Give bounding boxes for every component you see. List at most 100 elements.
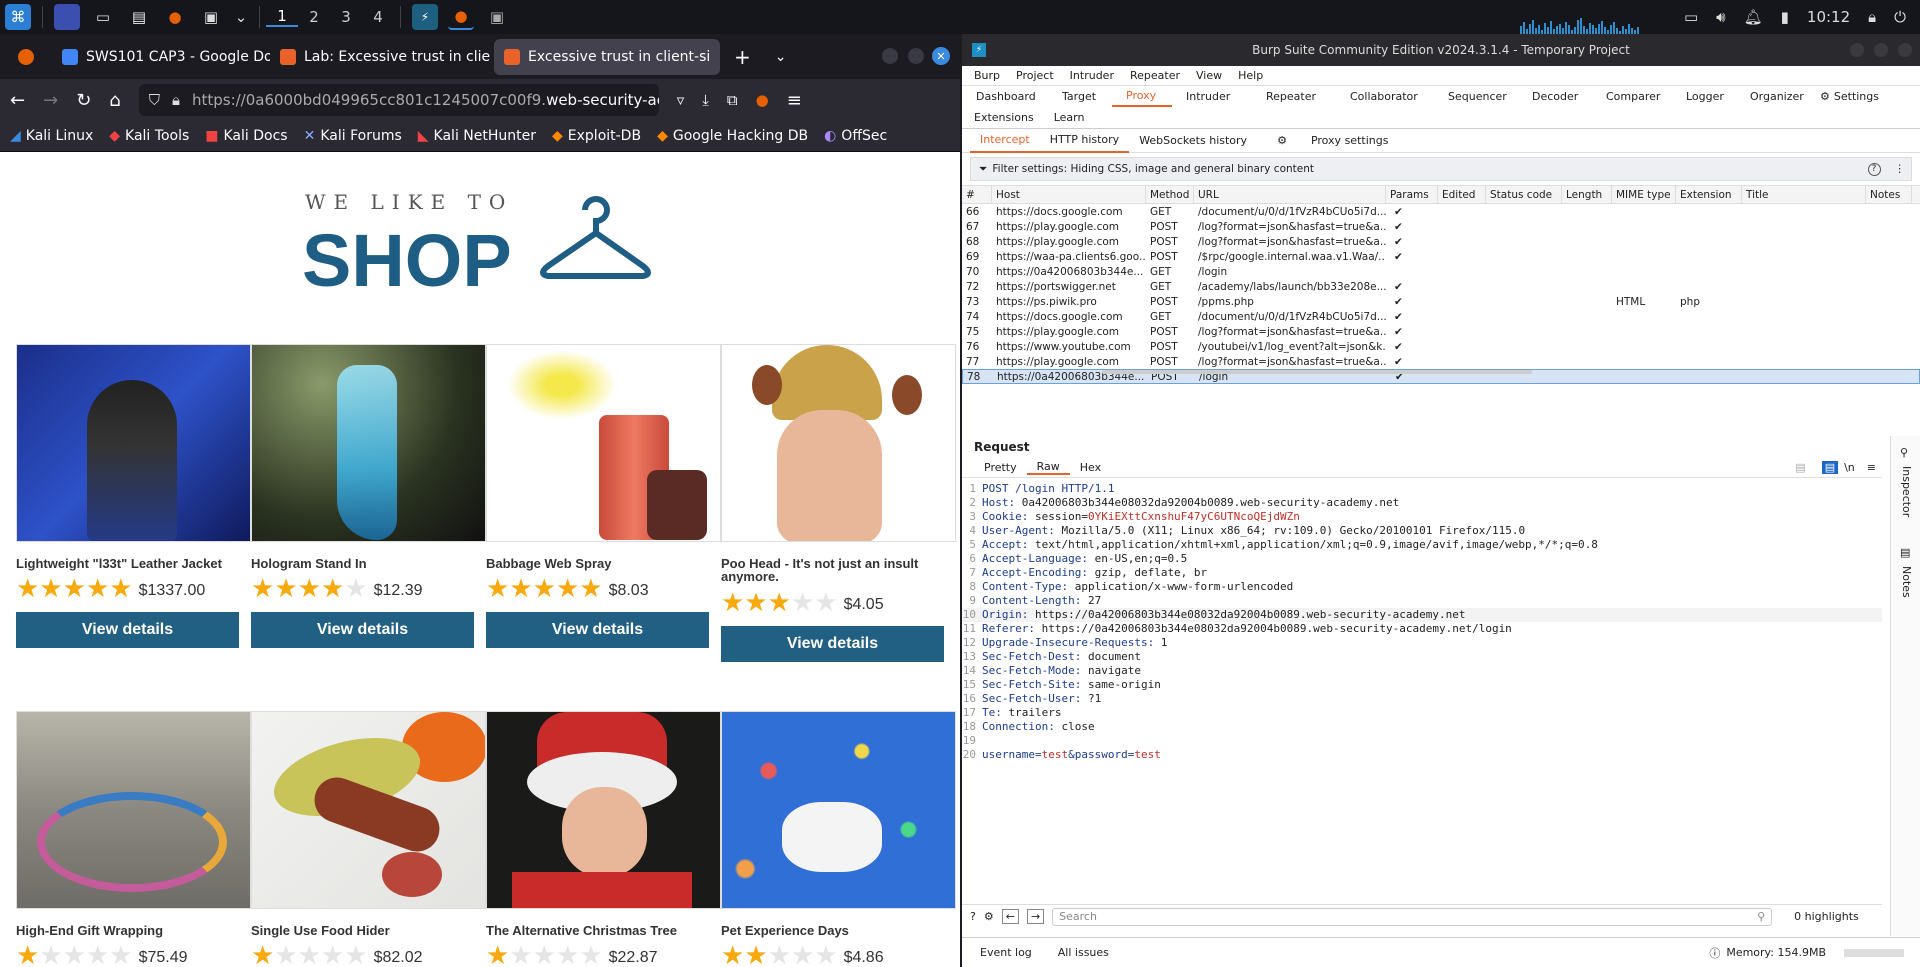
back-icon[interactable]: ← — [10, 90, 25, 111]
next-icon[interactable]: → — [1026, 909, 1045, 924]
battery-icon[interactable]: ▮ — [1781, 8, 1789, 26]
bookmark-kali-linux[interactable]: ◢ Kali Linux — [10, 128, 93, 144]
previous-icon[interactable]: ← — [1001, 909, 1019, 924]
tab-extensions[interactable]: Extensions — [962, 107, 1046, 128]
view-details-button[interactable]: View details — [721, 626, 944, 662]
bookmark-kali-tools[interactable]: ◆ Kali Tools — [109, 128, 189, 144]
col-url[interactable]: URL — [1194, 185, 1386, 204]
tab-target[interactable]: Target — [1048, 86, 1112, 107]
firefox-window-icon[interactable]: ● — [448, 4, 474, 30]
notification-bell-icon[interactable]: 🔔︎ — [1744, 8, 1763, 26]
col-extension[interactable]: Extension — [1676, 185, 1742, 204]
workspace-2[interactable]: 2 — [298, 8, 330, 26]
downloads-icon[interactable]: ⤓ — [702, 91, 709, 109]
subtab-http-history[interactable]: HTTP history — [1039, 129, 1130, 153]
menu-burp[interactable]: Burp — [966, 69, 1008, 82]
home-icon[interactable]: ⌂ — [109, 90, 120, 111]
bookmark-kali-docs[interactable]: ■ Kali Docs — [205, 128, 287, 144]
tab-collaborator[interactable]: Collaborator — [1336, 86, 1434, 107]
table-row[interactable]: 68 https://play.google.com POST/log?format… — [962, 234, 1920, 249]
table-row[interactable]: 77 https://play.google.com POST/log?format… — [962, 354, 1920, 369]
menu-icon[interactable]: ≡ — [787, 90, 802, 111]
product-image[interactable] — [721, 344, 956, 542]
col-number[interactable]: # — [962, 185, 992, 204]
tab-organizer[interactable]: Organizer — [1736, 86, 1816, 107]
tab-firefox-view[interactable] — [0, 39, 52, 75]
inspector-icon[interactable]: ⚲ — [1900, 446, 1908, 459]
bookmark-kali-nethunter[interactable]: ◣ Kali NetHunter — [418, 128, 536, 144]
word-wrap-icon[interactable]: ▤ — [1785, 461, 1815, 474]
terminal-window-icon[interactable]: ▣ — [484, 4, 510, 30]
tab-lab[interactable]: Lab: Excessive trust in clie✕ — [270, 39, 494, 75]
shield-icon[interactable]: ⛉ — [149, 91, 160, 109]
view-details-button[interactable]: View details — [16, 612, 239, 648]
product-image[interactable] — [486, 711, 721, 909]
workspace-3[interactable]: 3 — [330, 8, 362, 26]
table-row[interactable]: 69 https://waa-pa.clients6.goo... POST /$rp… — [962, 249, 1920, 264]
product-image[interactable] — [16, 344, 251, 542]
workspace-1[interactable]: 1 — [266, 7, 298, 27]
clock[interactable]: 10:12 — [1807, 8, 1850, 26]
power-icon[interactable]: ⏻ — [1894, 8, 1906, 26]
newline-icon[interactable]: \n — [1838, 461, 1861, 474]
tab-google-docs[interactable]: SWS101 CAP3 - Google Do — [52, 39, 270, 75]
bookmark-google-hacking-db[interactable]: ◆ Google Hacking DB — [657, 128, 808, 144]
pocket-icon[interactable]: ▿ — [677, 91, 685, 109]
tab-learn[interactable]: Learn — [1046, 107, 1093, 128]
table-row[interactable]: 76 https://www.youtube.com POST/youtubei/v… — [962, 339, 1920, 354]
inspector-label[interactable]: Inspector — [1900, 466, 1913, 517]
tab-comparer[interactable]: Comparer — [1592, 86, 1672, 107]
view-details-button[interactable]: View details — [251, 612, 474, 648]
tab-hex[interactable]: Hex — [1070, 461, 1111, 474]
maximize-icon[interactable] — [1874, 43, 1888, 57]
table-row[interactable]: 73 https://ps.piwik.pro POST/ppms.php ✔ HTML… — [962, 294, 1920, 309]
minimize-icon[interactable] — [1850, 43, 1864, 57]
menu-help[interactable]: Help — [1230, 69, 1271, 82]
kali-menu-icon[interactable]: ⌘ — [5, 4, 31, 30]
col-edited[interactable]: Edited — [1438, 185, 1486, 204]
menu-repeater[interactable]: Repeater — [1122, 69, 1188, 82]
tab-settings[interactable]: ⚙ Settings — [1816, 86, 1884, 107]
search-input[interactable]: Search ⚲ — [1052, 907, 1773, 926]
url-bar[interactable]: ⛉ 🔒︎ https://0a6000bd049965cc801c1245007… — [138, 84, 659, 116]
desktop-icon[interactable] — [54, 4, 80, 30]
bookmark-kali-forums[interactable]: ✕ Kali Forums — [304, 128, 402, 144]
close-window-icon[interactable]: ✕ — [932, 47, 950, 65]
tab-raw[interactable]: Raw — [1026, 460, 1070, 475]
menu-icon[interactable]: ≡ — [1861, 461, 1882, 474]
table-row[interactable]: 75 https://play.google.com POST/log?format… — [962, 324, 1920, 339]
firefox-icon[interactable]: ● — [162, 4, 188, 30]
extensions-icon[interactable]: ⧉ — [727, 91, 738, 109]
col-length[interactable]: Length — [1562, 185, 1612, 204]
bookmark-exploit-db[interactable]: ◆ Exploit-DB — [552, 128, 641, 144]
chevron-down-icon[interactable]: ⌄ — [234, 4, 248, 30]
all-issues-button[interactable]: All issues — [1058, 946, 1109, 959]
table-row[interactable]: 74 https://docs.google.com GET/document/u/… — [962, 309, 1920, 324]
product-image[interactable] — [486, 344, 721, 542]
col-method[interactable]: Method — [1146, 185, 1194, 204]
menu-intruder[interactable]: Intruder — [1062, 69, 1122, 82]
maximize-icon[interactable] — [908, 48, 924, 64]
product-image[interactable] — [251, 711, 486, 909]
close-tab-icon[interactable]: ✕ — [718, 49, 720, 65]
product-image[interactable] — [251, 344, 486, 542]
table-row[interactable]: 67 https://play.google.com POST/log?format… — [962, 219, 1920, 234]
file-manager-icon[interactable]: ▭ — [90, 4, 116, 30]
reload-icon[interactable]: ↻ — [76, 90, 91, 111]
menu-project[interactable]: Project — [1008, 69, 1062, 82]
tab-proxy[interactable]: Proxy — [1112, 86, 1172, 107]
view-details-button[interactable]: View details — [486, 612, 709, 648]
col-mime-type[interactable]: MIME type — [1612, 185, 1676, 204]
new-tab-icon[interactable]: + — [734, 45, 751, 69]
volume-icon[interactable]: 🔊︎ — [1716, 8, 1725, 26]
subtab-websockets-history[interactable]: WebSockets history — [1129, 134, 1257, 147]
tab-dashboard[interactable]: Dashboard — [962, 86, 1048, 107]
table-row[interactable]: 66 https://docs.google.com GET/document/u/… — [962, 204, 1920, 219]
product-image[interactable] — [16, 711, 251, 909]
subtab-proxy-settings[interactable]: ⚙ Proxy settings — [1257, 134, 1408, 147]
lock-icon[interactable]: 🔒︎ — [1868, 8, 1876, 26]
foxyproxy-icon[interactable]: ● — [756, 91, 769, 109]
help-icon[interactable]: ? — [970, 910, 976, 923]
notes-label[interactable]: Notes — [1900, 566, 1913, 598]
more-options-icon[interactable]: ⋮ — [1895, 163, 1906, 175]
